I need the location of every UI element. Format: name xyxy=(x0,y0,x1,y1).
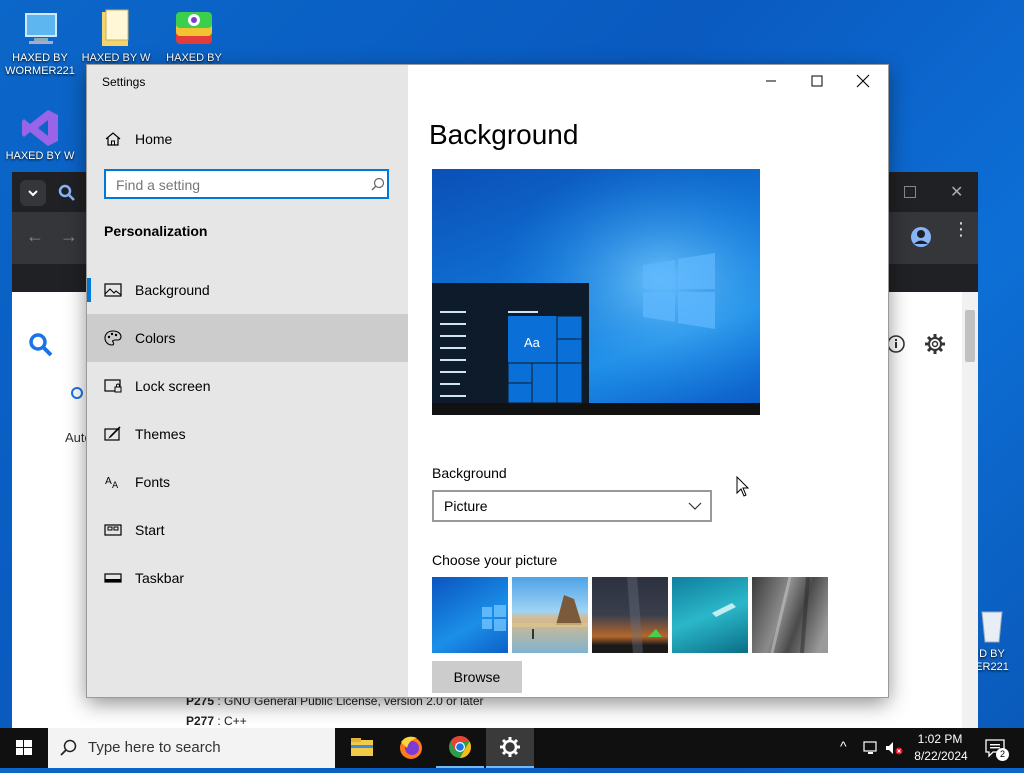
nav-label: Lock screen xyxy=(135,378,211,394)
nav-item-taskbar[interactable]: Taskbar xyxy=(87,554,408,602)
settings-gear-icon[interactable] xyxy=(486,728,534,768)
page-title: Background xyxy=(429,119,579,150)
desktop-icon-label: HAXED BY W xyxy=(5,150,75,162)
lock-screen-icon xyxy=(104,379,122,393)
home-nav-item[interactable]: Home xyxy=(87,127,408,151)
desktop-icon-label: HAXED BY xyxy=(166,52,222,64)
picture-thumb-underwater-swimmer[interactable] xyxy=(672,577,748,653)
forward-icon[interactable]: → xyxy=(60,226,78,247)
tab-search-button[interactable] xyxy=(20,180,46,206)
taskbar: Type here to search ^ 1:02 PM 8/22/2024 … xyxy=(0,728,1024,768)
this-pc-icon xyxy=(18,8,62,48)
browse-button[interactable]: Browse xyxy=(432,661,522,693)
mouse-cursor-icon xyxy=(736,475,750,503)
chrome-icon[interactable] xyxy=(436,728,484,768)
settings-sidebar: Settings Home Personalization Background… xyxy=(87,65,408,697)
background-type-dropdown[interactable]: Picture xyxy=(432,490,712,522)
start-icon xyxy=(104,524,122,536)
home-icon xyxy=(105,132,121,146)
recycle-bin-icon xyxy=(972,604,1012,644)
nav-label: Fonts xyxy=(135,474,171,490)
gear-icon[interactable] xyxy=(924,333,946,360)
search-icon xyxy=(60,739,77,756)
minimize-button[interactable] xyxy=(748,65,794,97)
nav-label: Themes xyxy=(135,426,186,442)
picture-icon xyxy=(104,283,122,297)
firefox-icon[interactable] xyxy=(387,728,435,768)
file-explorer-icon[interactable] xyxy=(338,728,386,768)
picture-thumb-windows-blue[interactable] xyxy=(432,577,508,653)
volume-muted-icon[interactable] xyxy=(884,740,904,759)
background-label: Background xyxy=(432,465,507,481)
themes-icon xyxy=(104,426,121,441)
background-preview: Aa xyxy=(432,169,760,415)
taskbar-search-box[interactable]: Type here to search xyxy=(48,728,335,768)
settings-main: Background Aa Background Picture Choose … xyxy=(408,65,888,697)
nav-label: Start xyxy=(135,522,165,538)
find-setting-search[interactable] xyxy=(104,169,389,199)
desktop-icon-bluestacks[interactable]: HAXED BY xyxy=(156,8,232,64)
desktop-preview-image: Aa xyxy=(432,169,760,415)
picture-thumb-night-sky-tent[interactable] xyxy=(592,576,668,654)
desktop-icon-this-pc[interactable]: HAXED BY WORMER221 xyxy=(2,8,78,78)
browser-close-icon[interactable]: ✕ xyxy=(950,182,963,202)
dropdown-value: Picture xyxy=(444,498,488,514)
windows-logo-icon xyxy=(16,740,32,755)
nav-item-lock-screen[interactable]: Lock screen xyxy=(87,362,408,410)
clock-date[interactable]: 8/22/2024 xyxy=(911,749,971,763)
profile-icon[interactable] xyxy=(910,226,932,253)
back-icon[interactable]: ← xyxy=(26,226,44,247)
desktop-icon-folder[interactable]: HAXED BY W xyxy=(78,8,154,64)
taskbar-search-placeholder: Type here to search xyxy=(88,739,221,756)
nav-label: Background xyxy=(135,282,210,298)
page-tab-icon[interactable] xyxy=(70,386,86,407)
window-title: Settings xyxy=(102,75,146,89)
desktop-icon-label: HAXED BY W xyxy=(81,52,151,64)
selection-indicator xyxy=(87,278,91,302)
menu-dots-icon[interactable]: ⋮ xyxy=(952,220,970,238)
svg-text:A: A xyxy=(105,476,112,487)
clock-time[interactable]: 1:02 PM xyxy=(917,732,963,746)
desktop-icon-label: HAXED BY WORMER221 xyxy=(5,52,75,77)
close-button[interactable] xyxy=(840,65,886,97)
property-value: C++ xyxy=(224,714,247,728)
visual-studio-icon xyxy=(18,106,62,146)
folder-icon xyxy=(94,8,138,48)
taskbar-icon xyxy=(104,573,122,583)
nav-item-start[interactable]: Start xyxy=(87,506,408,554)
fonts-icon: AA xyxy=(105,476,119,491)
show-hidden-icons-chevron[interactable]: ^ xyxy=(840,738,847,754)
desktop-icon-visual-studio[interactable]: HAXED BY W xyxy=(2,106,78,178)
palette-icon xyxy=(104,330,122,346)
tab-search-icon xyxy=(58,184,76,207)
page-line-p277: P277 : C++ xyxy=(186,714,247,728)
bluestacks-icon xyxy=(172,8,216,48)
nav-label: Taskbar xyxy=(135,570,185,586)
svg-text:A: A xyxy=(112,481,119,491)
home-label: Home xyxy=(135,131,173,147)
nav-item-themes[interactable]: Themes xyxy=(87,410,408,458)
network-icon[interactable] xyxy=(862,740,880,759)
chevron-down-icon xyxy=(688,502,702,510)
maximize-button[interactable] xyxy=(794,65,840,97)
picture-thumb-rock-cliff[interactable] xyxy=(752,576,828,654)
choose-picture-label: Choose your picture xyxy=(432,552,558,568)
browser-scrollbar-thumb[interactable] xyxy=(965,310,975,362)
settings-window: Settings Home Personalization Background… xyxy=(87,65,888,697)
picture-thumb-beach-rocks[interactable] xyxy=(512,577,588,653)
nav-label: Colors xyxy=(135,330,176,346)
start-button[interactable] xyxy=(0,728,48,768)
search-icon xyxy=(371,177,385,191)
search-input[interactable] xyxy=(106,171,368,199)
info-icon[interactable] xyxy=(886,334,906,359)
section-title: Personalization xyxy=(104,223,208,239)
nav-item-fonts[interactable]: AA Fonts xyxy=(87,458,408,506)
nav-item-background[interactable]: Background xyxy=(87,266,408,314)
notification-count-badge: 2 xyxy=(996,748,1009,761)
page-search-icon[interactable] xyxy=(28,332,54,363)
browser-maximize-icon[interactable] xyxy=(904,186,916,198)
property-id: P277 xyxy=(186,714,215,728)
nav-item-colors[interactable]: Colors xyxy=(87,314,408,362)
preview-tile-text: Aa xyxy=(524,335,541,350)
